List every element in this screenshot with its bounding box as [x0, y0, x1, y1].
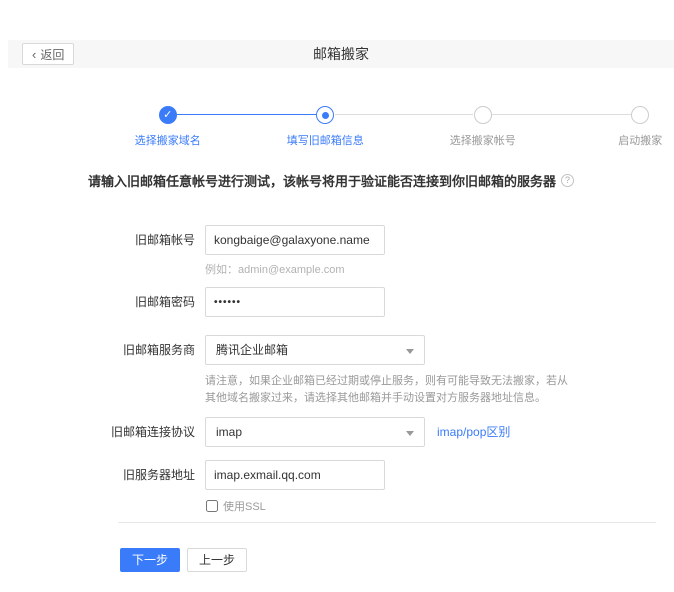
old-account-input[interactable]	[205, 225, 385, 255]
step-fill-old-mailbox-info: 填写旧邮箱信息	[247, 98, 405, 148]
provider-warning-line2: 其他域名搬家过来，请选择其他邮箱并手动设置对方服务器地址信息。	[205, 390, 568, 407]
step-done-circle: ✓	[159, 106, 177, 124]
step-choose-domain: ✓ 选择搬家域名	[89, 98, 247, 148]
old-password-row: 旧邮箱密码	[0, 287, 385, 317]
footer-divider	[118, 522, 656, 523]
step-label: 选择搬家帐号	[450, 132, 516, 148]
help-question-icon[interactable]: ?	[561, 174, 574, 187]
email-migration-page: ‹ 返回 邮箱搬家 ✓ 选择搬家域名 填写旧邮箱信息 选择搬	[0, 0, 674, 592]
old-account-row: 旧邮箱帐号 例如：admin@example.com	[0, 225, 385, 277]
step-pending-circle	[631, 106, 649, 124]
chevron-down-icon	[406, 349, 414, 354]
provider-row: 旧邮箱服务商 腾讯企业邮箱 请注意，如果企业邮箱已经过期或停止服务，则有可能导致…	[0, 335, 568, 407]
stepper-connector-done	[177, 114, 316, 115]
use-ssl-label: 使用SSL	[223, 498, 266, 514]
stepper-connector	[492, 114, 631, 115]
step-choose-accounts: 选择搬家帐号	[404, 98, 562, 148]
server-address-input[interactable]	[205, 460, 385, 490]
old-account-label: 旧邮箱帐号	[0, 225, 195, 255]
old-password-input[interactable]	[205, 287, 385, 317]
server-address-label: 旧服务器地址	[0, 460, 195, 490]
step-active-circle	[316, 106, 334, 124]
step-label: 选择搬家域名	[135, 132, 201, 148]
protocol-select[interactable]: imap	[205, 417, 425, 447]
check-icon: ✓	[163, 110, 172, 121]
stepper-connector	[335, 114, 473, 115]
use-ssl-checkbox[interactable]	[206, 500, 218, 512]
instruction-text: 请输入旧邮箱任意帐号进行测试，该帐号将用于验证能否连接到你旧邮箱的服务器	[88, 171, 556, 190]
page-title: 邮箱搬家	[8, 40, 674, 68]
old-account-hint: 例如：admin@example.com	[205, 261, 385, 277]
protocol-row: 旧邮箱连接协议 imap imap/pop区别	[0, 417, 510, 447]
old-password-label: 旧邮箱密码	[0, 287, 195, 317]
footer-actions: 下一步 上一步	[120, 548, 247, 572]
step-label: 启动搬家	[618, 132, 662, 148]
instruction-row: 请输入旧邮箱任意帐号进行测试，该帐号将用于验证能否连接到你旧邮箱的服务器 ?	[88, 171, 574, 190]
provider-select-value: 腾讯企业邮箱	[216, 343, 288, 357]
provider-select[interactable]: 腾讯企业邮箱	[205, 335, 425, 365]
imap-pop-difference-link[interactable]: imap/pop区别	[437, 417, 510, 447]
step-start-migration: 启动搬家	[562, 98, 674, 148]
protocol-select-value: imap	[216, 425, 242, 439]
provider-warning-line1: 请注意，如果企业邮箱已经过期或停止服务，则有可能导致无法搬家，若从	[205, 373, 568, 390]
server-address-row: 旧服务器地址 使用SSL	[0, 460, 385, 514]
previous-step-button[interactable]: 上一步	[187, 548, 247, 572]
top-bar: ‹ 返回 邮箱搬家	[8, 40, 674, 68]
active-step-dot-icon	[322, 112, 329, 119]
provider-warning: 请注意，如果企业邮箱已经过期或停止服务，则有可能导致无法搬家，若从 其他域名搬家…	[205, 373, 568, 407]
wizard-stepper: ✓ 选择搬家域名 填写旧邮箱信息 选择搬家帐号 启动搬家	[89, 98, 674, 150]
next-step-button[interactable]: 下一步	[120, 548, 180, 572]
step-pending-circle	[474, 106, 492, 124]
step-label: 填写旧邮箱信息	[287, 132, 364, 148]
provider-label: 旧邮箱服务商	[0, 335, 195, 365]
protocol-label: 旧邮箱连接协议	[0, 417, 195, 447]
chevron-down-icon	[406, 431, 414, 436]
